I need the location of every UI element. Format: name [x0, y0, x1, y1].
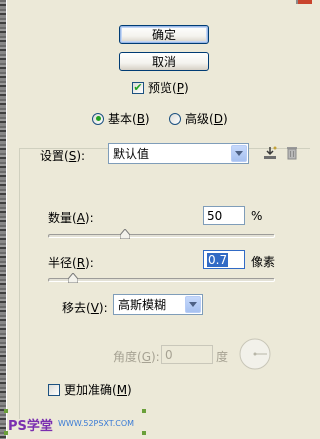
checkmark-icon: ✔ [133, 81, 143, 94]
save-preset-button[interactable] [261, 144, 279, 162]
radius-unit: 像素 [251, 255, 276, 269]
watermark-corner [4, 409, 8, 413]
preview-label: 预览(P) [148, 81, 189, 95]
amount-slider-thumb[interactable] [119, 229, 130, 239]
radius-label: 半径(R): [48, 256, 94, 270]
watermark-logo-text: PS学堂 [8, 419, 53, 434]
watermark: PS学堂 WWW.52PSXT.COM [2, 409, 152, 437]
radius-slider-thumb[interactable] [67, 273, 78, 283]
angle-value: 0 [165, 347, 173, 362]
remove-blur-select[interactable]: 高斯模糊 [113, 294, 203, 315]
chevron-down-icon[interactable] [185, 296, 201, 313]
radio-selected-dot [95, 116, 101, 121]
save-download-icon [264, 146, 277, 159]
advanced-radio-button[interactable] [169, 112, 181, 125]
window-frame-corner-accent [298, 0, 312, 4]
more-accurate-check-box[interactable] [48, 383, 60, 396]
cancel-button[interactable]: 取消 [119, 52, 209, 71]
radius-input[interactable]: 0.7 [203, 250, 245, 269]
settings-label: 设置(S): [40, 149, 86, 163]
cancel-button-label: 取消 [151, 55, 176, 69]
trash-icon [287, 147, 297, 160]
watermark-site-text: WWW.52PSXT.COM [58, 419, 135, 428]
amount-label: 数量(A): [48, 211, 94, 225]
preview-check-box[interactable]: ✔ [132, 81, 144, 94]
settings-groupbox [19, 148, 310, 419]
settings-preset-select[interactable]: 默认值 [108, 143, 249, 164]
watermark-corner [142, 409, 146, 413]
radius-slider-track[interactable] [48, 278, 275, 282]
radius-value: 0.7 [207, 252, 229, 267]
chevron-down-icon[interactable] [231, 145, 247, 162]
angle-label: 角度(G): [113, 350, 160, 364]
advanced-mode-label: 高级(D) [185, 112, 228, 126]
amount-input[interactable]: 50 [203, 206, 245, 225]
angle-dial[interactable] [238, 337, 272, 371]
amount-value: 50 [207, 208, 223, 223]
settings-preset-value: 默认值 [113, 147, 150, 161]
remove-label: 移去(V): [62, 301, 108, 315]
angle-unit: 度 [216, 350, 229, 364]
amount-slider-track[interactable] [48, 234, 275, 238]
more-accurate-checkbox[interactable]: 更加准确(M) [48, 381, 132, 398]
ok-button-label: 确定 [151, 28, 176, 42]
basic-mode-label: 基本(B) [108, 112, 150, 126]
advanced-mode-radio[interactable]: 高级(D) [169, 110, 228, 127]
delete-preset-button[interactable] [283, 144, 301, 162]
background-image-edge [0, 0, 7, 439]
ok-button[interactable]: 确定 [119, 25, 209, 44]
watermark-corner [142, 431, 146, 435]
basic-radio-button[interactable] [92, 112, 104, 125]
more-accurate-label: 更加准确(M) [64, 383, 132, 397]
amount-unit: % [251, 209, 263, 223]
angle-input[interactable]: 0 [161, 345, 213, 364]
remove-blur-value: 高斯模糊 [118, 298, 167, 312]
basic-mode-radio[interactable]: 基本(B) [92, 110, 150, 127]
preview-checkbox[interactable]: ✔ 预览(P) [132, 79, 189, 96]
angle-dial-icon [239, 338, 271, 370]
